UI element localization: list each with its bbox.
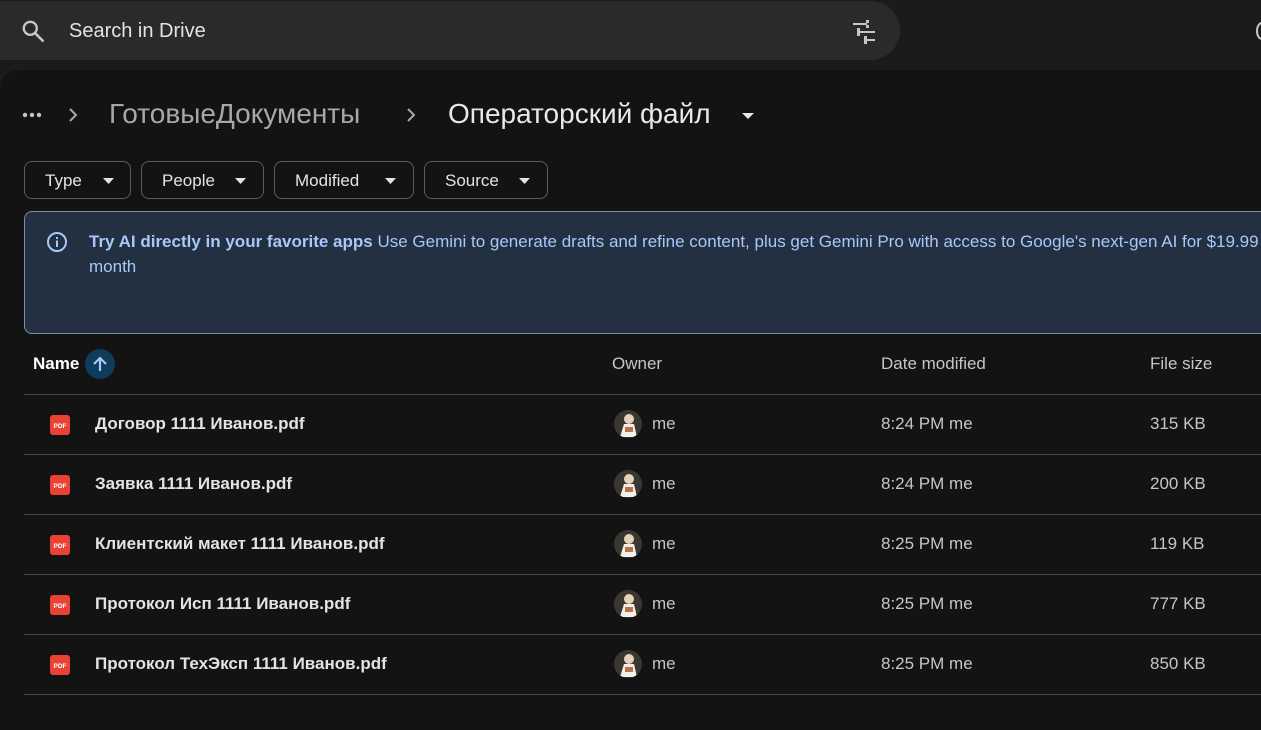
- pdf-icon: PDF: [50, 475, 70, 495]
- filter-people[interactable]: People: [141, 161, 264, 199]
- main-content: ГотовыеДокументы Операторский файл Type …: [0, 70, 1261, 730]
- arrow-drop-down-icon: [385, 178, 396, 184]
- table-row[interactable]: PDF Заявка 1111 Иванов.pdf me 8:24 PM me…: [24, 455, 1261, 514]
- filter-modified[interactable]: Modified: [274, 161, 414, 199]
- sort-direction-button[interactable]: [85, 349, 115, 379]
- ai-promo-banner: Try AI directly in your favorite apps Us…: [24, 211, 1261, 334]
- pdf-icon: PDF: [50, 535, 70, 555]
- breadcrumb-folder[interactable]: ГотовыеДокументы: [109, 98, 360, 130]
- date-modified: 8:25 PM me: [881, 654, 973, 673]
- file-size: 200 KB: [1150, 474, 1206, 493]
- arrow-drop-down-icon: [235, 178, 246, 184]
- arrow-drop-down-icon[interactable]: [741, 112, 755, 120]
- date-modified: 8:24 PM me: [881, 414, 973, 433]
- search-input[interactable]: Search in Drive: [69, 20, 206, 43]
- owner-name: me: [652, 414, 676, 433]
- filter-label: Modified: [295, 171, 360, 190]
- file-name[interactable]: Договор 1111 Иванов.pdf: [95, 414, 305, 434]
- pdf-icon: PDF: [50, 595, 70, 615]
- filter-label: Source: [445, 171, 499, 190]
- banner-body: Use Gemini to generate drafts and refine…: [372, 232, 1259, 251]
- svg-text:PDF: PDF: [54, 663, 67, 670]
- filter-label: Type: [45, 171, 82, 190]
- owner-name: me: [652, 654, 676, 673]
- info-icon: [47, 232, 67, 252]
- file-name[interactable]: Протокол Исп 1111 Иванов.pdf: [95, 594, 350, 614]
- pdf-icon: PDF: [50, 415, 70, 435]
- chevron-right-icon: [69, 108, 78, 122]
- file-name[interactable]: Заявка 1111 Иванов.pdf: [95, 474, 292, 494]
- divider: [24, 694, 1261, 695]
- filter-source[interactable]: Source: [424, 161, 548, 199]
- table-row[interactable]: PDF Клиентский макет 1111 Иванов.pdf me …: [24, 515, 1261, 574]
- column-header-date-modified[interactable]: Date modified: [881, 354, 986, 374]
- avatar: [614, 530, 642, 558]
- breadcrumb-current-folder[interactable]: Операторский файл: [448, 98, 711, 130]
- svg-text:PDF: PDF: [54, 543, 67, 550]
- arrow-drop-down-icon: [103, 178, 114, 184]
- avatar: [614, 590, 642, 618]
- filter-type[interactable]: Type: [24, 161, 131, 199]
- file-size: 850 KB: [1150, 654, 1206, 673]
- table-row[interactable]: PDF Договор 1111 Иванов.pdf me 8:24 PM m…: [24, 395, 1261, 454]
- filter-label: People: [162, 171, 215, 190]
- arrow-upward-icon: [93, 356, 107, 371]
- avatar: [614, 650, 642, 678]
- owner-name: me: [652, 594, 676, 613]
- date-modified: 8:24 PM me: [881, 474, 973, 493]
- owner-name: me: [652, 474, 676, 493]
- svg-text:PDF: PDF: [54, 603, 67, 610]
- column-header-file-size[interactable]: File size: [1150, 354, 1212, 374]
- column-header-name[interactable]: Name: [33, 354, 79, 374]
- top-bar: Search in Drive: [0, 0, 1261, 70]
- table-row[interactable]: PDF Протокол ТехЭксп 1111 Иванов.pdf me …: [24, 635, 1261, 694]
- banner-body-wrap: month: [89, 257, 137, 276]
- more-horiz-icon[interactable]: [22, 110, 42, 120]
- chevron-right-icon: [407, 108, 416, 122]
- search-icon[interactable]: [20, 18, 46, 44]
- svg-text:PDF: PDF: [54, 423, 67, 430]
- avatar: [614, 410, 642, 438]
- date-modified: 8:25 PM me: [881, 594, 973, 613]
- svg-text:PDF: PDF: [54, 483, 67, 490]
- file-name[interactable]: Протокол ТехЭксп 1111 Иванов.pdf: [95, 654, 387, 674]
- file-size: 315 KB: [1150, 414, 1206, 433]
- file-name[interactable]: Клиентский макет 1111 Иванов.pdf: [95, 534, 385, 554]
- banner-message: Try AI directly in your favorite apps Us…: [89, 229, 1261, 279]
- file-size: 777 KB: [1150, 594, 1206, 613]
- arrow-drop-down-icon: [519, 178, 530, 184]
- file-size: 119 KB: [1150, 534, 1205, 553]
- tune-icon[interactable]: [850, 19, 878, 45]
- pdf-icon: PDF: [50, 655, 70, 675]
- account-avatar-edge[interactable]: [1256, 22, 1261, 40]
- owner-name: me: [652, 534, 676, 553]
- banner-title[interactable]: Try AI directly in your favorite apps: [89, 232, 373, 251]
- table-row[interactable]: PDF Протокол Исп 1111 Иванов.pdf me 8:25…: [24, 575, 1261, 634]
- search-box[interactable]: Search in Drive: [0, 1, 900, 60]
- date-modified: 8:25 PM me: [881, 534, 973, 553]
- avatar: [614, 470, 642, 498]
- column-header-owner[interactable]: Owner: [612, 354, 662, 374]
